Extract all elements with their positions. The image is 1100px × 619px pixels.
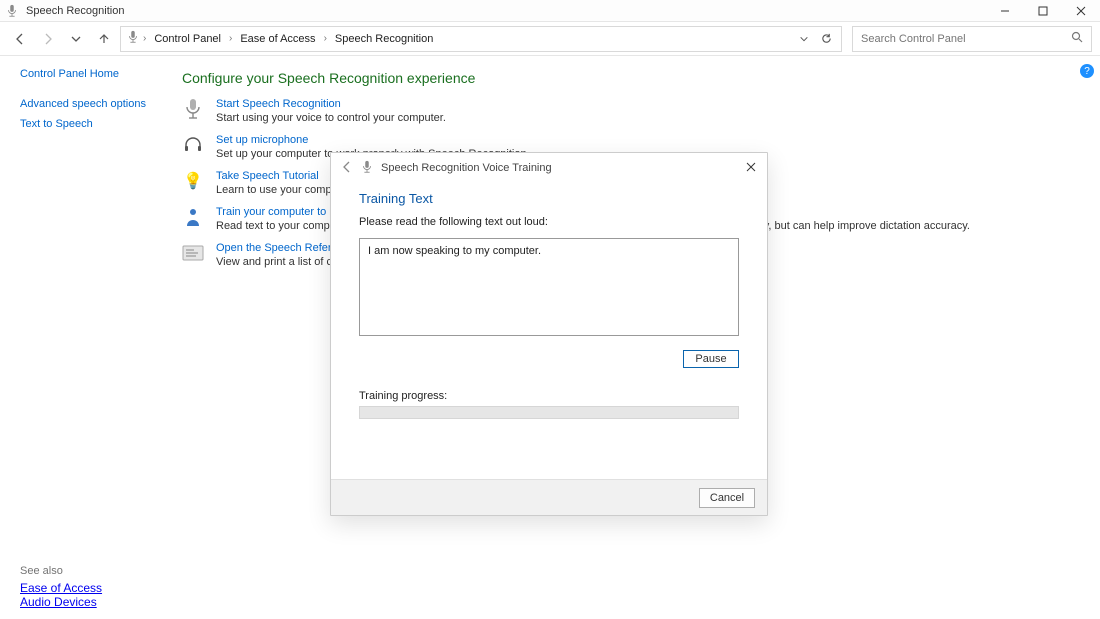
recent-dropdown-icon[interactable] bbox=[64, 27, 88, 51]
option-link[interactable]: Start Speech Recognition bbox=[216, 98, 446, 110]
dialog-title: Speech Recognition Voice Training bbox=[381, 162, 552, 174]
pause-button[interactable]: Pause bbox=[683, 350, 739, 368]
dialog-body: Training Text Please read the following … bbox=[331, 183, 767, 479]
chevron-right-icon: › bbox=[229, 33, 232, 44]
dialog-close-button[interactable] bbox=[739, 157, 763, 177]
chevron-down-icon[interactable] bbox=[795, 30, 813, 48]
breadcrumb-item[interactable]: Ease of Access bbox=[236, 31, 319, 47]
card-icon bbox=[182, 242, 204, 264]
person-icon bbox=[182, 206, 204, 228]
see-also-label: See also bbox=[20, 565, 102, 577]
page-heading: Configure your Speech Recognition experi… bbox=[182, 70, 1078, 86]
sidebar-link-advanced[interactable]: Advanced speech options bbox=[20, 98, 154, 110]
dialog-titlebar: Speech Recognition Voice Training bbox=[331, 153, 767, 183]
dialog-footer: Cancel bbox=[331, 479, 767, 515]
microphone-icon bbox=[361, 160, 373, 177]
chevron-right-icon: › bbox=[324, 33, 327, 44]
titlebar: Speech Recognition bbox=[0, 0, 1100, 22]
help-icon[interactable]: ? bbox=[1080, 64, 1094, 78]
training-text-box: I am now speaking to my computer. bbox=[359, 238, 739, 336]
address-bar[interactable]: › Control Panel › Ease of Access › Speec… bbox=[120, 26, 842, 52]
training-text: I am now speaking to my computer. bbox=[368, 245, 541, 257]
voice-training-dialog: Speech Recognition Voice Training Traini… bbox=[330, 152, 768, 516]
cancel-button[interactable]: Cancel bbox=[699, 488, 755, 508]
option-start: Start Speech Recognition Start using you… bbox=[182, 98, 1078, 124]
chevron-right-icon: › bbox=[143, 33, 146, 44]
microphone-icon bbox=[182, 98, 204, 120]
see-also: See also Ease of Access Audio Devices bbox=[20, 565, 102, 609]
sidebar-link-home[interactable]: Control Panel Home bbox=[20, 68, 154, 80]
search-input[interactable] bbox=[861, 33, 1071, 45]
close-button[interactable] bbox=[1062, 0, 1100, 22]
minimize-button[interactable] bbox=[986, 0, 1024, 22]
progress-label: Training progress: bbox=[359, 390, 739, 402]
microphone-icon bbox=[6, 4, 20, 18]
back-icon[interactable] bbox=[341, 161, 353, 176]
navbar: › Control Panel › Ease of Access › Speec… bbox=[0, 22, 1100, 56]
up-button[interactable] bbox=[92, 27, 116, 51]
option-desc: Start using your voice to control your c… bbox=[216, 112, 446, 124]
sidebar-link-tts[interactable]: Text to Speech bbox=[20, 118, 154, 130]
headset-icon bbox=[182, 134, 204, 156]
see-also-link[interactable]: Ease of Access bbox=[20, 581, 102, 595]
window-title: Speech Recognition bbox=[26, 5, 124, 17]
breadcrumb-item[interactable]: Control Panel bbox=[150, 31, 225, 47]
bulb-icon: 💡 bbox=[182, 170, 204, 192]
option-link[interactable]: Set up microphone bbox=[216, 134, 530, 146]
forward-button[interactable] bbox=[36, 27, 60, 51]
microphone-icon bbox=[127, 30, 139, 47]
search-box[interactable] bbox=[852, 26, 1092, 52]
breadcrumb-item[interactable]: Speech Recognition bbox=[331, 31, 437, 47]
window-controls bbox=[986, 0, 1100, 22]
maximize-button[interactable] bbox=[1024, 0, 1062, 22]
dialog-heading: Training Text bbox=[359, 191, 739, 206]
see-also-link[interactable]: Audio Devices bbox=[20, 595, 97, 609]
sidebar: Control Panel Home Advanced speech optio… bbox=[0, 56, 160, 619]
progress-bar bbox=[359, 406, 739, 419]
search-icon[interactable] bbox=[1071, 31, 1083, 46]
back-button[interactable] bbox=[8, 27, 32, 51]
dialog-instruction: Please read the following text out loud: bbox=[359, 216, 739, 228]
refresh-icon[interactable] bbox=[817, 30, 835, 48]
